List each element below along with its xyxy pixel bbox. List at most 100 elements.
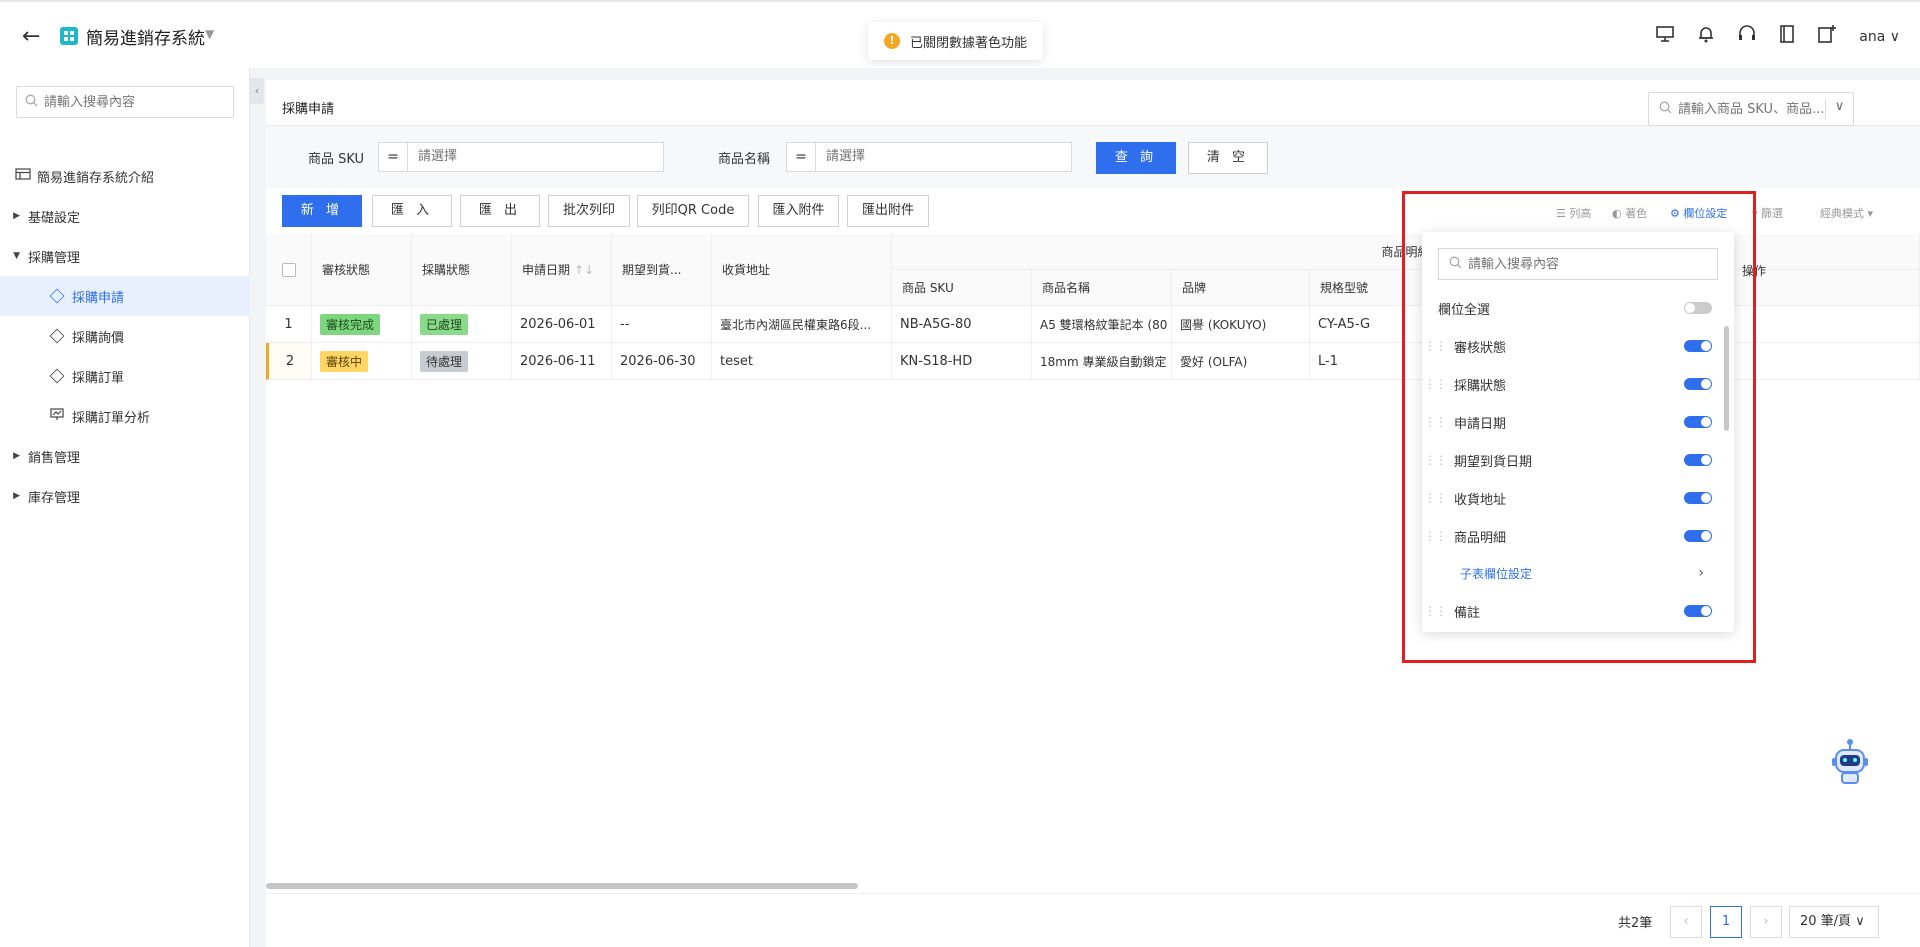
sku-filter-label: 商品 SKU [308, 152, 365, 167]
sku-filter-input[interactable] [418, 143, 663, 170]
sidebar-item-order-analysis[interactable]: 採購訂單分析 [0, 396, 250, 436]
sidebar-item-label: 採購詢價 [72, 330, 125, 346]
select-all-cell [266, 234, 312, 306]
toast-message: ! 已關閉數據著色功能 [868, 22, 1044, 60]
sku-filter-field[interactable] [408, 142, 664, 172]
filter-area: 商品 SKU = 商品名稱 = 查 詢 清 空 [266, 126, 1920, 188]
sort-icon[interactable]: ↑↓ [574, 263, 594, 277]
sidebar-item-label: 庫存管理 [28, 490, 81, 506]
sku-operator-select[interactable]: = [378, 142, 408, 172]
filter-label: 篩選 [1761, 207, 1784, 220]
col-header-address[interactable]: 收貨地址 [712, 234, 892, 306]
view-mode-label: 經典模式 [1820, 207, 1864, 220]
prev-page-button[interactable]: ‹ [1670, 906, 1702, 938]
sidebar-item-basic-settings[interactable]: ▶ 基礎設定 [0, 196, 250, 236]
query-button[interactable]: 查 詢 [1096, 142, 1176, 174]
purchase-status-cell: 待處理 [412, 343, 512, 380]
review-status-cell: 審核中 [312, 343, 412, 380]
monitor-icon[interactable] [1655, 25, 1675, 48]
col-header-purchase[interactable]: 採購狀態 [412, 234, 512, 306]
add-button[interactable]: 新 增 [282, 195, 362, 227]
global-search[interactable]: ∨ [1648, 92, 1854, 126]
sidebar-item-label: 採購訂單 [72, 370, 125, 386]
import-button[interactable]: 匯 入 [372, 195, 452, 227]
sidebar-item-label: 採購訂單分析 [72, 410, 151, 426]
select-all-checkbox[interactable] [281, 262, 296, 277]
sidebar-item-purchase-order[interactable]: 採購訂單 [0, 356, 250, 396]
search-icon [1659, 101, 1672, 118]
caret-right-icon: ▶ [13, 211, 20, 221]
horizontal-scrollbar[interactable] [266, 883, 1920, 891]
clear-button[interactable]: 清 空 [1188, 142, 1268, 174]
sidebar-item-purchase-inquiry[interactable]: 採購詢價 [0, 316, 250, 356]
user-menu[interactable]: ana ∨ [1859, 29, 1900, 45]
caret-down-icon: ▼ [13, 251, 20, 261]
export-attachment-button[interactable]: 匯出附件 [847, 195, 929, 227]
tab-purchase-request[interactable]: 採購申請 [282, 98, 335, 127]
col-header-sku[interactable]: 商品 SKU [892, 270, 1032, 306]
assistant-robot-icon[interactable] [1828, 738, 1872, 786]
col-header-brand[interactable]: 品牌 [1172, 270, 1310, 306]
chart-icon [50, 407, 64, 425]
apply-date-cell: 2026-06-11 [512, 343, 612, 380]
review-status-cell: 審核完成 [312, 306, 412, 343]
print-qr-button[interactable]: 列印QR Code [637, 195, 749, 227]
warning-icon: ! [884, 33, 900, 49]
col-header-apply-date[interactable]: 申請日期 ↑↓ [512, 234, 612, 306]
import-attachment-button[interactable]: 匯入附件 [758, 195, 839, 227]
cube-icon [49, 368, 65, 384]
apply-date-label: 申請日期 [522, 263, 571, 277]
row-index: 1 [266, 306, 312, 343]
add-app-icon[interactable] [1817, 24, 1837, 49]
app-title[interactable]: 簡易進銷存系統 [86, 24, 205, 49]
sidebar-collapse-button[interactable]: ‹ [250, 78, 264, 104]
name-filter-input[interactable] [826, 143, 1071, 170]
page-size-select[interactable]: 20 筆/頁 ∨ [1789, 906, 1879, 938]
export-button[interactable]: 匯 出 [460, 195, 540, 227]
status-badge: 審核中 [320, 350, 369, 372]
brand-cell: 愛好 (OLFA) [1172, 343, 1310, 380]
status-badge: 審核完成 [320, 313, 381, 335]
chevron-down-icon[interactable]: ∨ [1825, 99, 1853, 119]
name-cell: A5 雙環格紋筆記本 (80 [1032, 306, 1172, 343]
back-arrow-icon[interactable]: ← [22, 24, 40, 49]
name-filter-label: 商品名稱 [718, 152, 771, 167]
filter-button[interactable]: ▾ 篩選 [1752, 205, 1783, 221]
page-number-button[interactable]: 1 [1710, 906, 1742, 938]
sidebar-item-purchase-mgmt[interactable]: ▼ 採購管理 [0, 236, 250, 276]
cube-icon [49, 328, 65, 344]
sidebar-item-intro[interactable]: 簡易進銷存系統介紹 [0, 156, 250, 196]
sidebar-item-purchase-request[interactable]: 採購申請 [0, 276, 250, 316]
sidebar-item-label: 簡易進銷存系統介紹 [37, 170, 155, 186]
caret-right-icon: ▶ [13, 491, 20, 501]
view-mode-select[interactable]: 經典模式 ▾ [1820, 205, 1873, 221]
row-index: 2 [266, 343, 312, 380]
sidebar-item-inventory-mgmt[interactable]: ▶ 庫存管理 [0, 476, 250, 516]
book-icon[interactable] [1779, 24, 1795, 49]
caret-right-icon: ▶ [13, 451, 20, 461]
purchase-status-cell: 已處理 [412, 306, 512, 343]
search-icon [25, 94, 38, 111]
next-page-button[interactable]: › [1750, 906, 1782, 938]
global-search-input[interactable] [1678, 101, 1828, 117]
brand-cell: 國譽 (KOKUYO) [1172, 306, 1310, 343]
top-bar: ← 簡易進銷存系統 ▼ ! 已關閉數據著色功能 ana ∨ [0, 0, 1920, 68]
sidebar-item-sales-mgmt[interactable]: ▶ 銷售管理 [0, 436, 250, 476]
col-header-review[interactable]: 審核狀態 [312, 234, 412, 306]
support-headset-icon[interactable] [1737, 24, 1757, 49]
bell-icon[interactable] [1697, 24, 1715, 49]
col-header-expect-date[interactable]: 期望到貨... [612, 234, 712, 306]
sidebar-search-input[interactable] [44, 94, 224, 110]
app-switch-caret-icon[interactable]: ▼ [205, 27, 214, 41]
cube-icon [49, 288, 65, 304]
pagination: 共2筆 ‹ 1 › 20 筆/頁 ∨ [266, 893, 1920, 947]
user-name: ana [1859, 28, 1886, 45]
batch-print-button[interactable]: 批次列印 [548, 195, 630, 227]
name-operator-select[interactable]: = [786, 142, 816, 172]
col-header-name[interactable]: 商品名稱 [1032, 270, 1172, 306]
scrollbar-thumb[interactable] [266, 883, 858, 889]
sidebar-search[interactable] [16, 86, 234, 118]
sku-cell: NB-A5G-80 [892, 306, 1032, 343]
address-cell: 臺北市內湖區民權東路6段... [712, 306, 892, 343]
name-filter-field[interactable] [816, 142, 1072, 172]
